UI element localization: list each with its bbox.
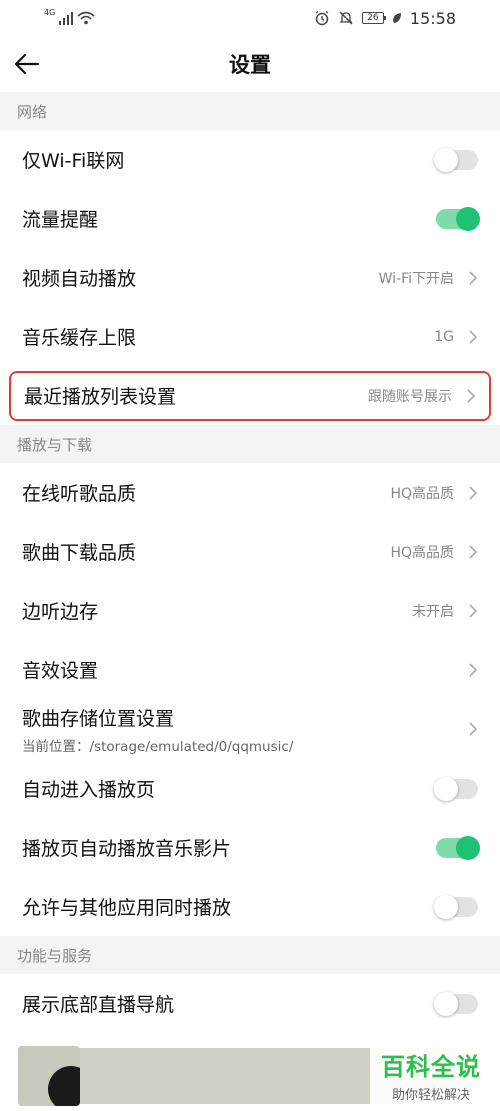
setting-value: 跟随账号展示 [368, 388, 452, 405]
setting-value: 1G [434, 328, 454, 345]
signal-icon [59, 11, 74, 25]
watermark-subtitle: 助你轻松解决 [391, 1088, 470, 1103]
setting-label: 允许与其他应用同时播放 [22, 897, 232, 919]
mute-bell-icon [339, 11, 353, 25]
setting-live-nav[interactable]: 展示底部直播导航 [0, 974, 500, 1033]
setting-auto-enter-player[interactable]: 自动进入播放页 [0, 759, 500, 818]
chevron-right-icon [469, 722, 478, 736]
page-title: 设置 [229, 53, 271, 77]
setting-label: 歌曲存储位置设置 [22, 707, 175, 730]
live-nav-toggle[interactable] [434, 991, 478, 1016]
chevron-right-icon [467, 388, 476, 403]
setting-wifi-only[interactable]: 仅Wi-Fi联网 [0, 130, 500, 189]
setting-online-quality[interactable]: 在线听歌品质 HQ高品质 [0, 463, 500, 522]
album-disc-icon [48, 1066, 80, 1106]
setting-label: 自动进入播放页 [22, 779, 156, 801]
setting-value: 未开启 [412, 603, 454, 620]
section-header-playback: 播放与下载 [0, 425, 500, 463]
setting-allow-concurrent[interactable]: 允许与其他应用同时播放 [0, 877, 500, 936]
chevron-right-icon [469, 485, 478, 500]
setting-listen-while-caching[interactable]: 边听边存 未开启 [0, 581, 500, 640]
watermark-title: 百科全说 [381, 1053, 481, 1081]
chevron-right-icon [469, 329, 478, 344]
chevron-right-icon [469, 270, 478, 285]
setting-value: Wi-Fi下开启 [378, 270, 454, 287]
wifi-only-toggle[interactable] [434, 147, 478, 172]
highlight-wrapper: 最近播放列表设置 跟随账号展示 [0, 366, 500, 425]
data-reminder-toggle[interactable] [436, 206, 480, 231]
setting-label: 在线听歌品质 [22, 483, 137, 505]
setting-sublabel: 当前位置：/storage/emulated/0/qqmusic/ [22, 738, 294, 755]
allow-concurrent-toggle[interactable] [434, 894, 478, 919]
setting-label: 流量提醒 [22, 209, 99, 231]
chevron-right-icon [469, 662, 478, 677]
setting-value: HQ高品质 [390, 485, 454, 502]
setting-video-autoplay[interactable]: 视频自动播放 Wi-Fi下开启 [0, 248, 500, 307]
setting-recent-playlist[interactable]: 最近播放列表设置 跟随账号展示 [9, 370, 491, 421]
setting-label: 音乐缓存上限 [22, 327, 137, 349]
setting-auto-play-mv[interactable]: 播放页自动播放音乐影片 [0, 818, 500, 877]
setting-label: 边听边存 [22, 601, 99, 623]
setting-storage-location[interactable]: 歌曲存储位置设置 当前位置：/storage/emulated/0/qqmusi… [0, 699, 500, 759]
setting-data-reminder[interactable]: 流量提醒 [0, 189, 500, 248]
leaf-icon [392, 13, 401, 23]
settings-page: 4G 26 15:58 设置 网络 仅Wi-Fi联网 流量提醒 视频自动播放 W… [0, 0, 500, 1111]
setting-label: 视频自动播放 [22, 268, 137, 290]
setting-label: 仅Wi-Fi联网 [22, 150, 125, 172]
setting-download-quality[interactable]: 歌曲下载品质 HQ高品质 [0, 522, 500, 581]
auto-enter-player-toggle[interactable] [434, 776, 478, 801]
alarm-icon [315, 10, 329, 26]
section-header-services: 功能与服务 [0, 936, 500, 974]
status-right: 26 15:58 [314, 9, 456, 28]
clock: 15:58 [409, 8, 456, 28]
setting-label: 最近播放列表设置 [24, 386, 177, 408]
setting-music-cache-limit[interactable]: 音乐缓存上限 1G [0, 307, 500, 366]
app-header: 设置 [0, 36, 500, 92]
setting-label: 音效设置 [22, 660, 99, 682]
status-bar: 4G 26 15:58 [0, 0, 500, 36]
mini-player-cover[interactable] [18, 1046, 80, 1106]
setting-label: 播放页自动播放音乐影片 [22, 838, 232, 860]
section-header-network: 网络 [0, 92, 500, 130]
wifi-icon [77, 11, 95, 25]
auto-play-mv-toggle[interactable] [436, 835, 480, 860]
chevron-right-icon [469, 544, 478, 559]
battery-icon: 26 [361, 12, 386, 24]
back-arrow-icon[interactable] [12, 48, 44, 80]
setting-label: 展示底部直播导航 [22, 994, 175, 1016]
status-left: 4G [44, 7, 95, 25]
setting-label: 歌曲下载品质 [22, 542, 137, 564]
watermark-logo: 百科全说 助你轻松解决 [370, 1044, 492, 1106]
network-type-label: 4G [44, 7, 56, 17]
setting-value: HQ高品质 [390, 544, 454, 561]
chevron-right-icon [469, 603, 478, 618]
setting-sound-effects[interactable]: 音效设置 [0, 640, 500, 699]
